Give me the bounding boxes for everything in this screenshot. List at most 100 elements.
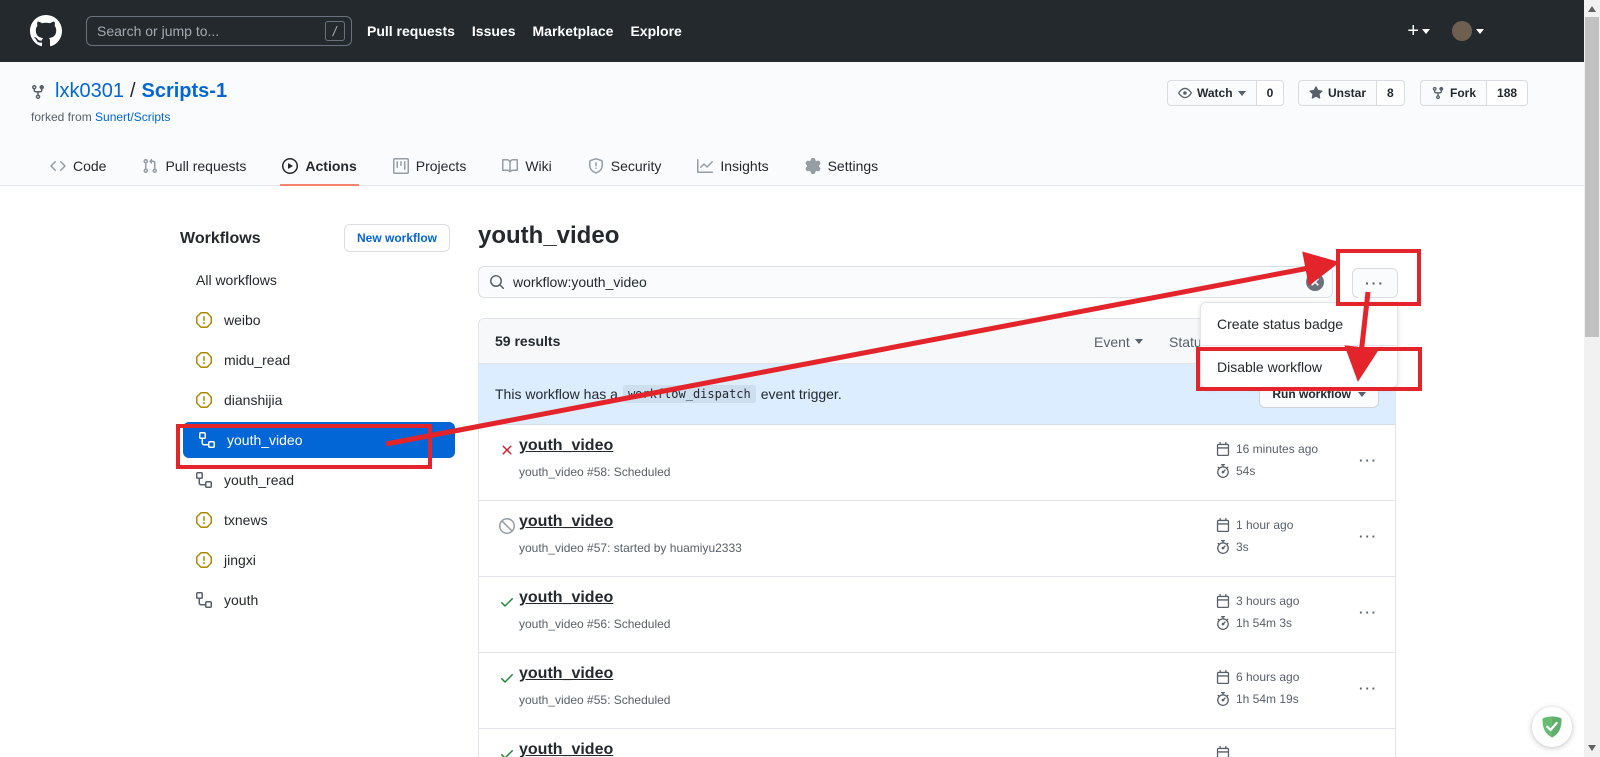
tab-settings[interactable]: Settings [803, 146, 881, 186]
run-duration: 1h 54m 3s [1236, 616, 1292, 630]
workflow-search-box[interactable] [478, 266, 1333, 298]
tab-label: Actions [305, 158, 356, 174]
header-search-box[interactable]: / [86, 16, 352, 46]
sidebar-item-youth-read[interactable]: youth_read [196, 466, 294, 494]
tab-actions[interactable]: Actions [280, 146, 358, 186]
sidebar-item-midu-read[interactable]: midu_read [196, 346, 290, 374]
header-search-input[interactable] [97, 23, 325, 39]
scrollbar-thumb[interactable] [1585, 17, 1599, 337]
plus-icon: + [1407, 20, 1419, 43]
tab-code[interactable]: Code [48, 146, 108, 186]
adguard-shield-badge[interactable] [1532, 707, 1572, 747]
run-row: youth_video youth_video #58: Scheduled 1… [479, 425, 1395, 501]
annotation-box-disable-workflow [1196, 347, 1422, 391]
run-options-kebab[interactable]: ··· [1359, 453, 1378, 468]
sidebar-item-weibo[interactable]: weibo [196, 306, 261, 334]
tab-security[interactable]: Security [586, 146, 664, 186]
new-workflow-button[interactable]: New workflow [344, 224, 450, 252]
sidebar-item-label: All workflows [196, 272, 277, 288]
workflow-icon [196, 592, 212, 608]
sidebar-item-youth[interactable]: youth [196, 586, 258, 614]
user-menu-button[interactable] [1452, 21, 1484, 41]
calendar-icon [1216, 442, 1230, 456]
sidebar-item-label: youth [224, 592, 258, 608]
run-title-link[interactable]: youth_video [519, 437, 613, 455]
nav-marketplace[interactable]: Marketplace [533, 23, 614, 39]
calendar-icon [1216, 670, 1230, 684]
stopwatch-icon [1216, 540, 1230, 554]
stopwatch-icon [1216, 616, 1230, 630]
green-shield-check-icon [1540, 715, 1564, 739]
forked-from-link[interactable]: Sunert/Scripts [95, 110, 170, 124]
run-description: youth_video #57: started by huamiyu2333 [519, 541, 742, 555]
watch-button[interactable]: Watch [1167, 80, 1257, 106]
tab-label: Insights [720, 158, 768, 174]
star-group: Unstar 8 [1298, 80, 1405, 106]
check-success-icon [499, 746, 515, 757]
run-meta: 3 hours ago 1h 54m 3s [1216, 590, 1299, 634]
run-duration: 1h 54m 19s [1236, 692, 1299, 706]
watch-count[interactable]: 0 [1257, 80, 1285, 106]
forked-from-note: forked from Sunert/Scripts [31, 110, 170, 124]
calendar-icon [1216, 746, 1230, 757]
sidebar-item-label: midu_read [224, 352, 290, 368]
watch-label: Watch [1197, 86, 1233, 100]
slash-key-hint: / [325, 21, 345, 41]
workflow-search-input[interactable] [513, 274, 1306, 290]
fork-count[interactable]: 188 [1487, 80, 1528, 106]
unstar-button[interactable]: Unstar [1298, 80, 1377, 106]
results-count: 59 results [495, 333, 560, 349]
sidebar-item-jingxi[interactable]: jingxi [196, 546, 256, 574]
sidebar-item-label: dianshijia [224, 392, 282, 408]
sidebar-item-dianshijia[interactable]: dianshijia [196, 386, 282, 414]
tab-wiki[interactable]: Wiki [500, 146, 553, 186]
nav-pull-requests[interactable]: Pull requests [367, 23, 455, 39]
tab-label: Security [611, 158, 662, 174]
scrollbar-down-arrow[interactable] [1588, 745, 1596, 751]
run-row-partial: youth_video ··· [479, 729, 1395, 757]
top-header: / Pull requests Issues Marketplace Explo… [0, 0, 1600, 62]
nav-explore[interactable]: Explore [630, 23, 681, 39]
search-icon [489, 274, 505, 290]
graph-icon [697, 158, 713, 174]
book-icon [502, 158, 518, 174]
tab-projects[interactable]: Projects [391, 146, 469, 186]
page-scrollbar[interactable] [1584, 0, 1600, 757]
event-filter-dropdown[interactable]: Event [1094, 319, 1143, 364]
github-logo-icon[interactable] [30, 15, 62, 47]
stopwatch-icon [1216, 464, 1230, 478]
run-duration: 54s [1236, 464, 1255, 478]
fork-button[interactable]: Fork [1420, 80, 1487, 106]
sidebar-item-all-workflows[interactable]: All workflows [196, 266, 277, 294]
scrollbar-up-arrow[interactable] [1588, 6, 1596, 12]
run-title-link[interactable]: youth_video [519, 665, 613, 683]
run-duration: 3s [1236, 540, 1249, 554]
run-options-kebab[interactable]: ··· [1359, 605, 1378, 620]
create-new-button[interactable]: + [1407, 20, 1430, 43]
annotation-box-sidebar-youth-video [176, 424, 432, 469]
banner-text: event trigger. [761, 386, 842, 402]
workflows-heading: Workflows [180, 230, 261, 248]
nav-issues[interactable]: Issues [472, 23, 516, 39]
check-success-icon [499, 594, 515, 610]
run-title-link[interactable]: youth_video [519, 741, 613, 757]
clear-search-icon[interactable] [1306, 273, 1324, 291]
run-title-link[interactable]: youth_video [519, 589, 613, 607]
run-options-kebab[interactable]: ··· [1359, 529, 1378, 544]
tab-insights[interactable]: Insights [695, 146, 770, 186]
warning-stop-icon [196, 312, 212, 328]
run-description: youth_video #58: Scheduled [519, 465, 670, 479]
tab-pull-requests[interactable]: Pull requests [140, 146, 248, 186]
menu-item-create-status-badge[interactable]: Create status badge [1201, 303, 1397, 345]
workflow-icon [196, 472, 212, 488]
run-options-kebab[interactable]: ··· [1359, 681, 1378, 696]
banner-code: workflow_dispatch [623, 385, 756, 403]
star-count[interactable]: 8 [1377, 80, 1405, 106]
chevron-down-icon [1135, 339, 1143, 344]
run-row: youth_video youth_video #57: started by … [479, 501, 1395, 577]
run-title-link[interactable]: youth_video [519, 513, 613, 531]
run-time: 3 hours ago [1236, 594, 1299, 608]
run-time: 16 minutes ago [1236, 442, 1318, 456]
sidebar-item-txnews[interactable]: txnews [196, 506, 268, 534]
git-pull-request-icon [142, 158, 158, 174]
